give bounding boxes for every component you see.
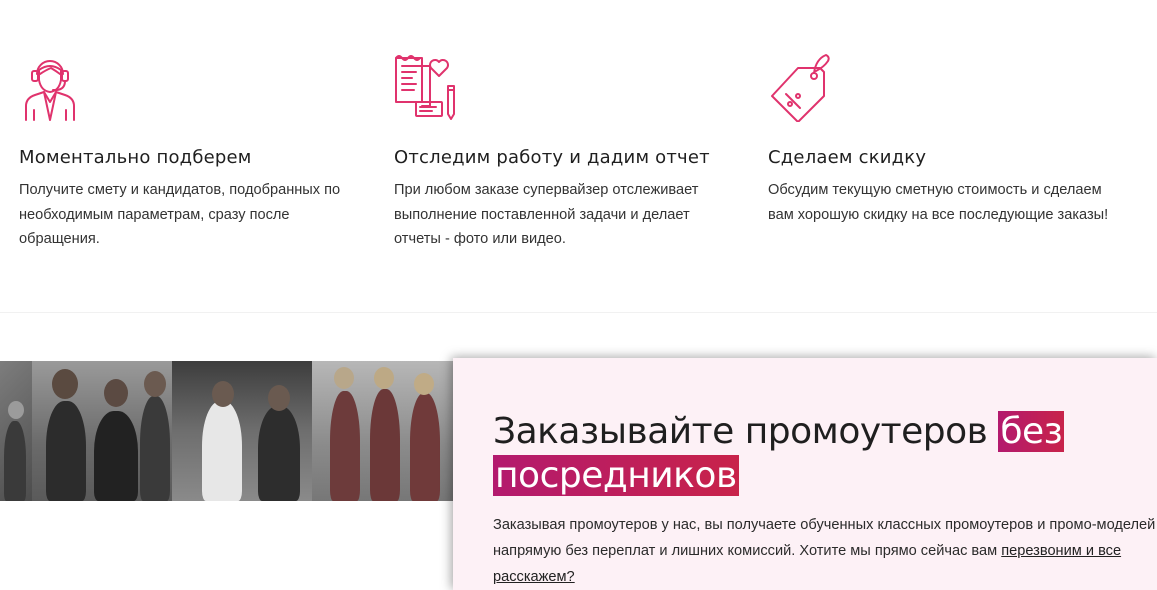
feature-title: Моментально подберем	[19, 147, 252, 168]
support-operator-icon	[25, 60, 75, 121]
feature-title: Отследим работу и дадим отчет	[394, 147, 710, 168]
promo-title-highlight: без	[998, 411, 1065, 452]
section-divider	[0, 312, 1157, 313]
promo-title-highlight: посредников	[493, 455, 739, 496]
feature-instant-selection: Моментально подберем Получите смету и ка…	[19, 52, 364, 247]
feature-description: Обсудим текущую сметную стоимость и сдел…	[768, 182, 1109, 223]
feature-title: Сделаем скидку	[768, 147, 927, 168]
gallery-photo	[0, 361, 32, 501]
promo-title: Заказывайте промоутеров без посредников	[493, 410, 1133, 498]
gallery-photo	[172, 361, 312, 501]
feature-tracking-report: Отследим работу и дадим отчет При любом …	[394, 52, 739, 247]
features-section: Моментально подберем Получите смету и ка…	[0, 0, 1157, 312]
discount-tag-icon	[771, 54, 830, 122]
promo-title-text: Заказывайте промоутеров	[493, 411, 999, 452]
gallery-photo	[32, 361, 172, 501]
feature-discount: Сделаем скидку Обсудим текущую сметную с…	[768, 52, 1113, 223]
gallery-photo	[312, 361, 455, 501]
promoters-photo-gallery	[0, 361, 455, 501]
promo-block: Заказывайте промоутеров без посредников З…	[453, 358, 1157, 590]
documents-heart-icon	[395, 55, 455, 120]
feature-description: Получите смету и кандидатов, подобранных…	[19, 182, 341, 247]
feature-description: При любом заказе супервайзер отслеживает…	[394, 182, 699, 247]
promo-description: Заказывая промоутеров у нас, вы получает…	[493, 512, 1157, 590]
